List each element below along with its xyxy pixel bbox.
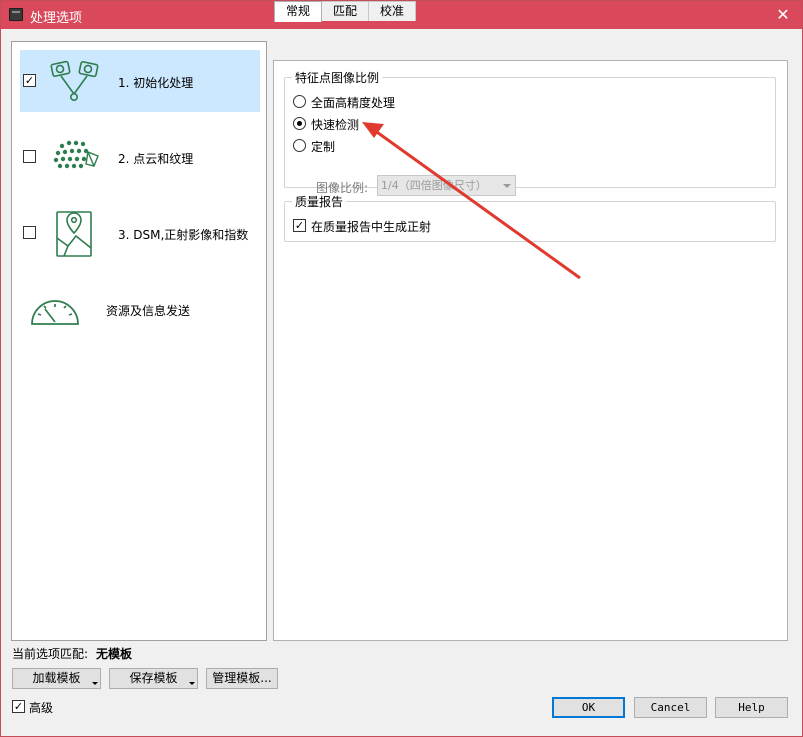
nav-item-point-cloud[interactable]: 2. 点云和纹理 (20, 126, 260, 188)
gauge-icon (31, 300, 79, 325)
quality-report-title: 质量报告 (292, 193, 347, 210)
tab-matching[interactable]: 匹配 (321, 1, 369, 21)
nav-checkbox-dsm-ortho[interactable] (23, 226, 36, 239)
nav-checkbox-point-cloud[interactable] (23, 150, 36, 163)
nav-label-initial-processing: 1. 初始化处理 (118, 76, 194, 90)
ok-button[interactable]: OK (552, 697, 625, 718)
radio-rapid-check[interactable] (293, 117, 306, 130)
nav-label-resources: 资源及信息发送 (106, 304, 191, 318)
save-template-label: 保存模板 (129, 671, 178, 685)
window-title: 处理选项 (30, 11, 83, 26)
nav-item-dsm-ortho[interactable]: 3. DSM,正射影像和指数 (20, 202, 260, 264)
load-template-button[interactable]: 加载模板 (12, 668, 101, 689)
keypoint-scale-group: 特征点图像比例 全面高精度处理 快速检测 定制 图像比例: 1/4（四倍图像尺寸… (284, 69, 776, 196)
dropdown-arrow-icon (189, 682, 195, 685)
processing-options-dialog: 处理选项 ✕ ✓ 1. 初始化处理 2. 点云和纹理 3. DSM,正射影像和指… (0, 0, 803, 737)
step-list: ✓ 1. 初始化处理 2. 点云和纹理 3. DSM,正射影像和指数 资源及信息… (11, 41, 267, 641)
nav-item-resources[interactable]: 资源及信息发送 (20, 278, 260, 340)
label-rapid-check: 快速检测 (311, 118, 360, 132)
nav-checkbox-initial-processing[interactable]: ✓ (23, 74, 36, 87)
tab-calibration[interactable]: 校准 (368, 1, 416, 21)
help-button[interactable]: Help (715, 697, 788, 718)
advanced-label: 高级 (29, 701, 54, 715)
image-scale-value: 1/4（四倍图像尺寸） (381, 179, 487, 192)
label-full-high-precision: 全面高精度处理 (311, 96, 396, 110)
tab-panel-general: 特征点图像比例 全面高精度处理 快速检测 定制 图像比例: 1/4（四倍图像尺寸… (273, 60, 788, 641)
point-cloud-icon (53, 140, 99, 169)
initial-processing-icon (50, 60, 99, 101)
advanced-checkbox[interactable]: ✓ (12, 700, 25, 713)
close-button[interactable]: ✕ (770, 3, 796, 27)
image-scale-select[interactable]: 1/4（四倍图像尺寸） (377, 175, 516, 196)
dropdown-arrow-icon (92, 682, 98, 685)
nav-label-dsm-ortho: 3. DSM,正射影像和指数 (118, 228, 249, 242)
keypoint-scale-title: 特征点图像比例 (292, 69, 383, 86)
cancel-button[interactable]: Cancel (634, 697, 707, 718)
generate-ortho-checkbox[interactable]: ✓ (293, 219, 306, 232)
load-template-label: 加载模板 (32, 671, 81, 685)
nav-label-point-cloud: 2. 点云和纹理 (118, 152, 194, 166)
current-match-label: 当前选项匹配: (12, 647, 89, 661)
current-match-value: 无模板 (96, 647, 133, 661)
map-pin-icon (56, 211, 92, 257)
nav-item-initial-processing[interactable]: ✓ 1. 初始化处理 (20, 50, 260, 112)
manage-template-button[interactable]: 管理模板... (206, 668, 278, 689)
radio-full-high-precision[interactable] (293, 95, 306, 108)
generate-ortho-label: 在质量报告中生成正射 (311, 220, 432, 234)
chevron-down-icon (503, 184, 511, 188)
save-template-button[interactable]: 保存模板 (109, 668, 198, 689)
tab-general[interactable]: 常规 (274, 1, 322, 22)
quality-report-group: 质量报告 ✓ 在质量报告中生成正射 (284, 193, 776, 242)
app-icon (9, 8, 23, 21)
radio-custom[interactable] (293, 139, 306, 152)
label-custom: 定制 (311, 140, 336, 154)
